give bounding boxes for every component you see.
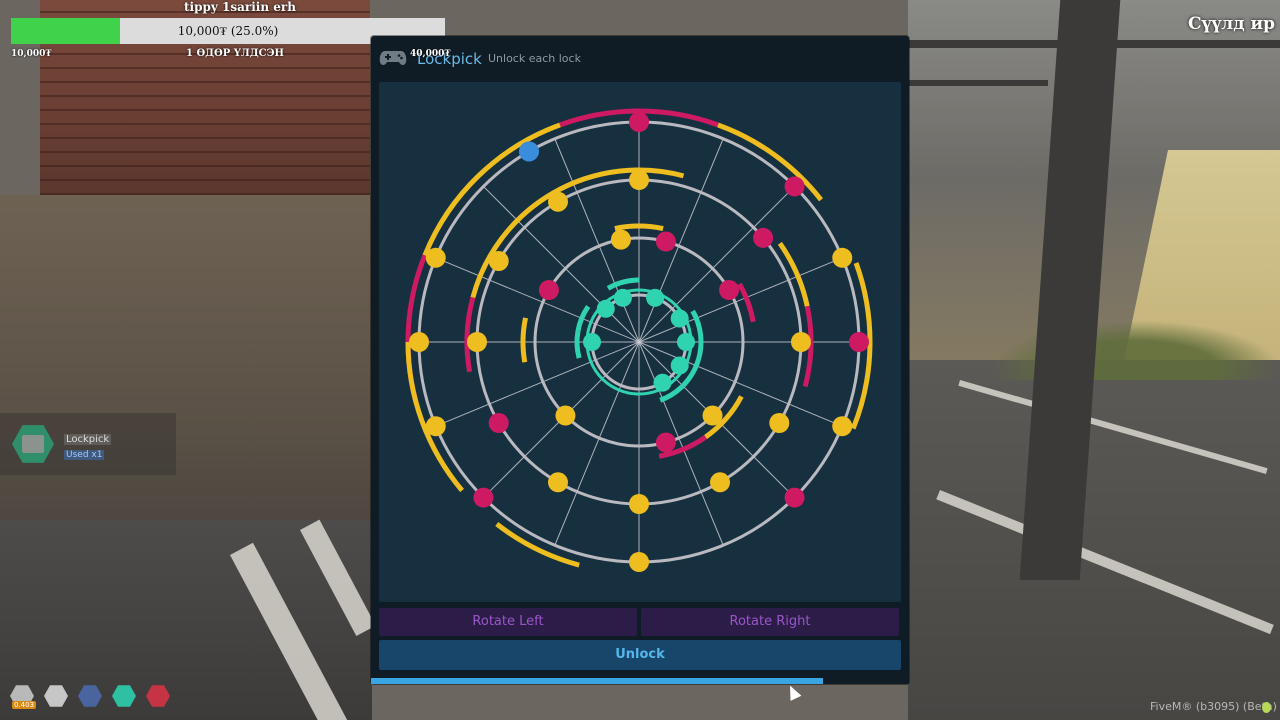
lock-pin	[629, 170, 649, 190]
overhead-beam	[908, 40, 1280, 48]
progress-max-amount: 40,000₮	[410, 49, 451, 59]
status-badge: 0.403	[12, 701, 37, 709]
lock-pin	[849, 332, 869, 352]
lock-arc	[737, 282, 756, 323]
lock-pin	[629, 494, 649, 514]
lock-pin	[655, 231, 676, 252]
lock-pin	[538, 280, 559, 300]
lock-arc	[495, 522, 580, 568]
lock-pin	[519, 141, 539, 162]
lock-pin	[784, 176, 805, 197]
lock-pin	[409, 332, 429, 352]
lock-board[interactable]	[379, 82, 901, 602]
lock-pin	[677, 333, 695, 351]
lock-pin	[555, 405, 576, 426]
lock-pin	[646, 288, 665, 307]
days-remaining-label: 1 ӨДӨР ҮЛДСЭН	[186, 48, 284, 59]
lock-pin	[753, 227, 774, 248]
player-name: tippy 1sariin erh	[184, 0, 296, 14]
left-wall	[0, 195, 372, 525]
fivem-logo-icon	[1262, 702, 1271, 713]
lock-pin	[670, 309, 689, 328]
top-right-label: Сүүлд ир	[1188, 14, 1276, 34]
item-action: Used x1	[64, 450, 105, 460]
unlock-button[interactable]: Unlock	[379, 640, 901, 670]
lock-pin	[467, 332, 487, 352]
lock-pin	[613, 288, 632, 307]
timer-fill	[371, 678, 823, 684]
lock-pin	[629, 552, 649, 572]
overhead-beam	[908, 80, 1048, 86]
lock-arc	[520, 317, 528, 363]
lock-pin	[719, 280, 740, 300]
lock-pin	[488, 413, 509, 433]
lock-arc	[606, 277, 640, 291]
lock-arc	[575, 305, 591, 332]
lock-pin	[425, 416, 446, 437]
panel-subtitle: Unlock each lock	[488, 52, 581, 65]
lock-pin	[710, 472, 730, 493]
fivem-watermark: FiveM® (b3095) (Beta)	[1150, 700, 1277, 713]
lock-rings[interactable]	[379, 82, 901, 602]
item-notification: Lockpick Used x1	[0, 413, 176, 475]
lock-pin	[629, 112, 649, 132]
progress-min-amount: 10,000₮	[11, 49, 52, 59]
timer-bar	[371, 678, 909, 684]
lock-arc	[574, 330, 582, 359]
lock-pin	[832, 247, 853, 268]
lock-pin	[655, 432, 676, 453]
panel-header: Lockpick Unlock each lock	[371, 36, 909, 80]
lock-pin	[596, 299, 615, 318]
lock-pin	[425, 247, 446, 268]
lock-pin	[769, 413, 790, 433]
gamepad-icon	[379, 51, 407, 65]
lock-pin	[610, 229, 631, 250]
lock-pin	[583, 333, 601, 351]
lock-spoke	[638, 186, 795, 343]
lock-arc	[614, 223, 664, 231]
lockpick-item-icon	[12, 425, 54, 463]
lock-pin	[473, 487, 494, 508]
lock-arc	[717, 122, 823, 202]
lockpick-panel: Lockpick Unlock each lock Rotate Left Ro…	[371, 36, 909, 684]
lock-pin	[488, 251, 509, 271]
lock-pin	[791, 332, 811, 352]
lock-pin	[548, 472, 568, 493]
lock-pin	[653, 373, 672, 392]
rotate-left-button[interactable]: Rotate Left	[379, 608, 637, 636]
lock-pin	[784, 487, 805, 508]
lock-pin	[702, 405, 723, 426]
lock-pin	[832, 416, 853, 437]
right-ground	[908, 360, 1280, 720]
item-name: Lockpick	[64, 434, 112, 445]
lock-pin	[548, 191, 568, 212]
rotate-right-button[interactable]: Rotate Right	[641, 608, 899, 636]
lock-arc	[470, 167, 685, 299]
lock-pin	[670, 356, 689, 375]
